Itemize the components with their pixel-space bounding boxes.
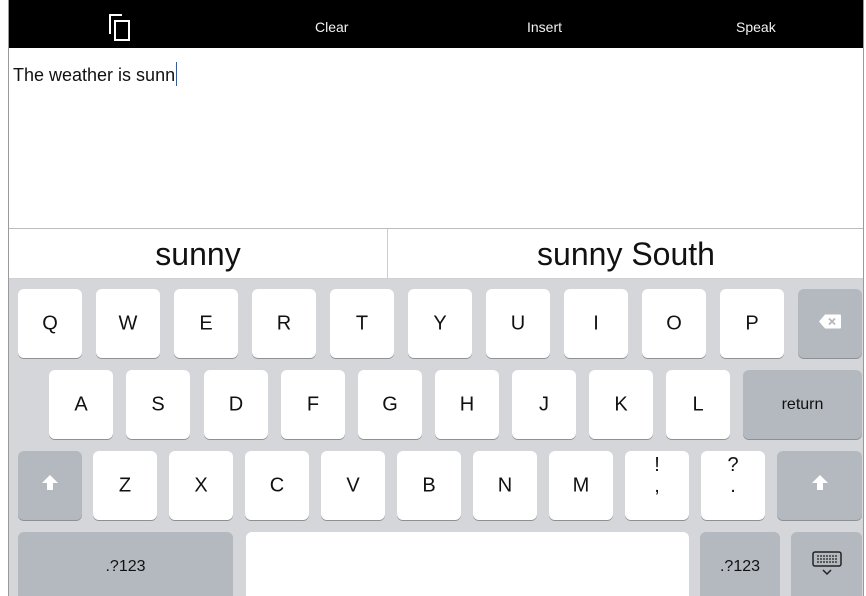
frame-right-border — [863, 0, 864, 596]
key-t[interactable]: T — [330, 289, 394, 358]
toolbar: Clear Insert Speak — [9, 0, 863, 48]
key-label: G — [382, 393, 398, 415]
numbers-right-key[interactable]: .?123 — [700, 532, 780, 596]
clear-button[interactable]: Clear — [315, 0, 348, 48]
key-n[interactable]: N — [473, 451, 537, 520]
key-p[interactable]: P — [720, 289, 784, 358]
key-label: M — [572, 474, 590, 496]
shift-icon — [18, 474, 82, 498]
text-caret — [176, 62, 178, 86]
key-u[interactable]: U — [486, 289, 550, 358]
key-label: A — [74, 393, 88, 415]
suggestion-2[interactable]: sunny South — [389, 229, 863, 279]
key-k[interactable]: K — [589, 370, 653, 439]
key-label: P — [745, 312, 759, 334]
key-g[interactable]: G — [358, 370, 422, 439]
text-editor[interactable]: The weather is sunn — [9, 48, 863, 228]
key-label: L — [692, 393, 704, 415]
key-v[interactable]: V — [321, 451, 385, 520]
key-c[interactable]: C — [245, 451, 309, 520]
shift-icon — [777, 474, 862, 498]
key-label-bottom: , — [654, 475, 660, 497]
key-j[interactable]: J — [512, 370, 576, 439]
numbers-left-key[interactable]: .?123 — [18, 532, 233, 596]
key-label-top: ! — [654, 454, 660, 476]
suggestion-1[interactable]: sunny — [9, 229, 388, 279]
key-l[interactable]: L — [666, 370, 730, 439]
shift-right-key[interactable] — [777, 451, 862, 520]
key-label: U — [510, 312, 526, 334]
key-e[interactable]: E — [174, 289, 238, 358]
key-label: F — [306, 393, 320, 415]
suggestion-bar: sunny sunny South — [9, 228, 863, 279]
key-label: J — [539, 393, 549, 415]
shift-left-key[interactable] — [18, 451, 82, 520]
key-label: E — [199, 312, 213, 334]
key-label: B — [422, 474, 436, 496]
key-b[interactable]: B — [397, 451, 461, 520]
editor-text: The weather is sunn — [13, 65, 176, 85]
key-label: O — [666, 312, 682, 334]
key-y[interactable]: Y — [408, 289, 472, 358]
space-key[interactable] — [246, 532, 689, 596]
key-label-top: ? — [727, 454, 739, 476]
key-x[interactable]: X — [169, 451, 233, 520]
key-o[interactable]: O — [642, 289, 706, 358]
key-label: Z — [118, 474, 132, 496]
copy-icon[interactable] — [107, 12, 131, 42]
key-label: T — [355, 312, 369, 334]
speak-button[interactable]: Speak — [736, 0, 776, 48]
key-label: K — [614, 393, 628, 415]
key-label: V — [346, 474, 360, 496]
key-label: I — [593, 312, 599, 334]
key-question-period[interactable]: ? . — [701, 451, 765, 520]
key-label: S — [151, 393, 165, 415]
key-s[interactable]: S — [126, 370, 190, 439]
hide-keyboard-icon — [791, 551, 862, 583]
insert-button[interactable]: Insert — [527, 0, 562, 48]
numbers-right-label: .?123 — [719, 558, 761, 575]
key-exclaim-comma[interactable]: ! , — [625, 451, 689, 520]
key-label: R — [276, 312, 292, 334]
key-label: C — [269, 474, 285, 496]
backspace-icon — [798, 312, 862, 335]
key-label: Y — [433, 312, 447, 334]
key-a[interactable]: A — [49, 370, 113, 439]
key-label: Q — [42, 312, 58, 334]
key-m[interactable]: M — [549, 451, 613, 520]
key-f[interactable]: F — [281, 370, 345, 439]
return-key[interactable]: return — [743, 370, 862, 439]
key-label: W — [118, 312, 138, 334]
key-q[interactable]: Q — [18, 289, 82, 358]
key-label: D — [228, 393, 244, 415]
key-label-bottom: . — [730, 475, 736, 497]
numbers-left-label: .?123 — [105, 558, 146, 575]
key-r[interactable]: R — [252, 289, 316, 358]
key-w[interactable]: W — [96, 289, 160, 358]
key-label: N — [497, 474, 513, 496]
return-label: return — [781, 395, 824, 413]
key-label: H — [459, 393, 475, 415]
hide-keyboard-key[interactable] — [791, 532, 862, 596]
key-label: X — [194, 474, 208, 496]
backspace-key[interactable] — [798, 289, 862, 358]
key-h[interactable]: H — [435, 370, 499, 439]
key-d[interactable]: D — [204, 370, 268, 439]
keyboard: Q W E R T Y U I O P A S D F G H J K L re… — [9, 279, 863, 596]
key-z[interactable]: Z — [93, 451, 157, 520]
key-i[interactable]: I — [564, 289, 628, 358]
